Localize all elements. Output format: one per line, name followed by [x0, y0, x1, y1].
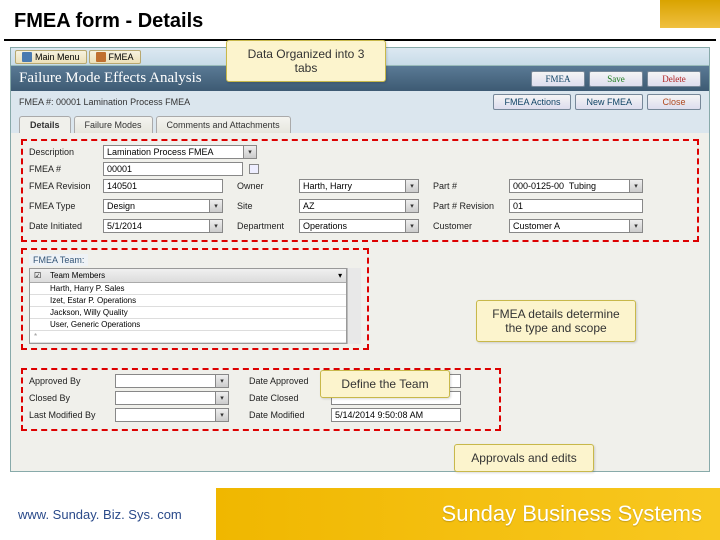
- chevron-down-icon[interactable]: ▾: [215, 408, 229, 422]
- fmea-button[interactable]: FMEA: [531, 71, 585, 87]
- footer-brand: Sunday Business Systems: [442, 501, 702, 527]
- date-closed-label: Date Closed: [249, 393, 325, 403]
- part-rev-input[interactable]: [509, 199, 643, 213]
- owner-label: Owner: [237, 181, 293, 191]
- customer-label: Customer: [433, 221, 503, 231]
- scrollbar[interactable]: [347, 268, 361, 344]
- details-group: Description ▾ FMEA # FMEA Revision FMEA …: [21, 139, 699, 242]
- app-window: Main Menu FMEA Failure Mode Effects Anal…: [10, 47, 710, 472]
- revision-label: FMEA Revision: [29, 181, 97, 191]
- callout-details: FMEA details determine the type and scop…: [476, 300, 636, 342]
- dept-input[interactable]: [299, 219, 405, 233]
- team-label: FMEA Team:: [29, 254, 88, 266]
- lookup-icon[interactable]: [249, 164, 259, 174]
- select-col-icon: ☑: [34, 271, 50, 280]
- tab-details[interactable]: Details: [19, 116, 71, 133]
- closed-by-input[interactable]: [115, 391, 215, 405]
- form-icon: [96, 52, 106, 62]
- date-approved-label: Date Approved: [249, 376, 325, 386]
- chevron-down-icon[interactable]: ▾: [405, 179, 419, 193]
- ribbon-tab-fmea[interactable]: FMEA: [89, 50, 141, 64]
- approved-by-input[interactable]: [115, 374, 215, 388]
- date-modified-input[interactable]: [331, 408, 461, 422]
- tab-comments[interactable]: Comments and Attachments: [156, 116, 291, 133]
- site-label: Site: [237, 201, 293, 211]
- close-button[interactable]: Close: [647, 94, 701, 110]
- date-init-input[interactable]: [103, 219, 209, 233]
- footer: www. Sunday. Biz. Sys. com Sunday Busine…: [0, 488, 720, 540]
- closed-by-label: Closed By: [29, 393, 109, 403]
- modified-by-input[interactable]: [115, 408, 215, 422]
- chevron-down-icon[interactable]: ▾: [405, 199, 419, 213]
- dept-label: Department: [237, 221, 293, 231]
- revision-input[interactable]: [103, 179, 223, 193]
- team-row[interactable]: Jackson, Willy Quality: [30, 307, 346, 319]
- description-input[interactable]: [103, 145, 243, 159]
- part-input[interactable]: [509, 179, 629, 193]
- team-grid[interactable]: ☑Team Members▾ Harth, Harry P. Sales Ize…: [29, 268, 347, 344]
- team-row[interactable]: Izet, Estar P. Operations: [30, 295, 346, 307]
- chevron-down-icon[interactable]: ▾: [215, 391, 229, 405]
- description-picker-icon[interactable]: ▾: [243, 145, 257, 159]
- date-init-label: Date Initiated: [29, 221, 97, 231]
- tab-failure-modes[interactable]: Failure Modes: [74, 116, 153, 133]
- date-modified-label: Date Modified: [249, 410, 325, 420]
- fmea-actions-button[interactable]: FMEA Actions: [493, 94, 571, 110]
- calendar-icon[interactable]: ▾: [209, 219, 223, 233]
- subheader: FMEA #: 00001 Lamination Process FMEA FM…: [11, 91, 709, 113]
- new-fmea-button[interactable]: New FMEA: [575, 94, 643, 110]
- callout-approvals: Approvals and edits: [454, 444, 594, 472]
- save-button[interactable]: Save: [589, 71, 643, 87]
- type-input[interactable]: [103, 199, 209, 213]
- dropdown-icon[interactable]: ▾: [338, 271, 342, 280]
- part-rev-label: Part # Revision: [433, 201, 503, 211]
- module-title: Failure Mode Effects Analysis: [19, 70, 202, 87]
- team-add-row[interactable]: *: [30, 331, 346, 343]
- team-row[interactable]: User, Generic Operations: [30, 319, 346, 331]
- subheader-text: FMEA #: 00001 Lamination Process FMEA: [19, 97, 190, 107]
- fmea-no-label: FMEA #: [29, 164, 97, 174]
- approved-by-label: Approved By: [29, 376, 109, 386]
- callout-tabs: Data Organized into 3 tabs: [226, 40, 386, 82]
- part-label: Part #: [433, 181, 503, 191]
- team-row[interactable]: Harth, Harry P. Sales: [30, 283, 346, 295]
- type-label: FMEA Type: [29, 201, 97, 211]
- team-header-label: Team Members: [50, 271, 338, 280]
- chevron-down-icon[interactable]: ▾: [209, 199, 223, 213]
- slide-title: FMEA form - Details: [0, 0, 720, 39]
- modified-by-label: Last Modified By: [29, 410, 109, 420]
- footer-url: www. Sunday. Biz. Sys. com: [18, 507, 182, 522]
- owner-input[interactable]: [299, 179, 405, 193]
- chevron-down-icon[interactable]: ▾: [215, 374, 229, 388]
- fmea-no-input[interactable]: [103, 162, 243, 176]
- team-group: FMEA Team: ☑Team Members▾ Harth, Harry P…: [21, 248, 369, 350]
- site-input[interactable]: [299, 199, 405, 213]
- tabs: Details Failure Modes Comments and Attac…: [11, 113, 709, 133]
- menu-icon: [22, 52, 32, 62]
- customer-input[interactable]: [509, 219, 629, 233]
- description-label: Description: [29, 147, 97, 157]
- chevron-down-icon[interactable]: ▾: [629, 179, 643, 193]
- chevron-down-icon[interactable]: ▾: [405, 219, 419, 233]
- delete-button[interactable]: Delete: [647, 71, 701, 87]
- chevron-down-icon[interactable]: ▾: [629, 219, 643, 233]
- ribbon-tab-main-menu[interactable]: Main Menu: [15, 50, 87, 64]
- callout-team: Define the Team: [320, 370, 450, 398]
